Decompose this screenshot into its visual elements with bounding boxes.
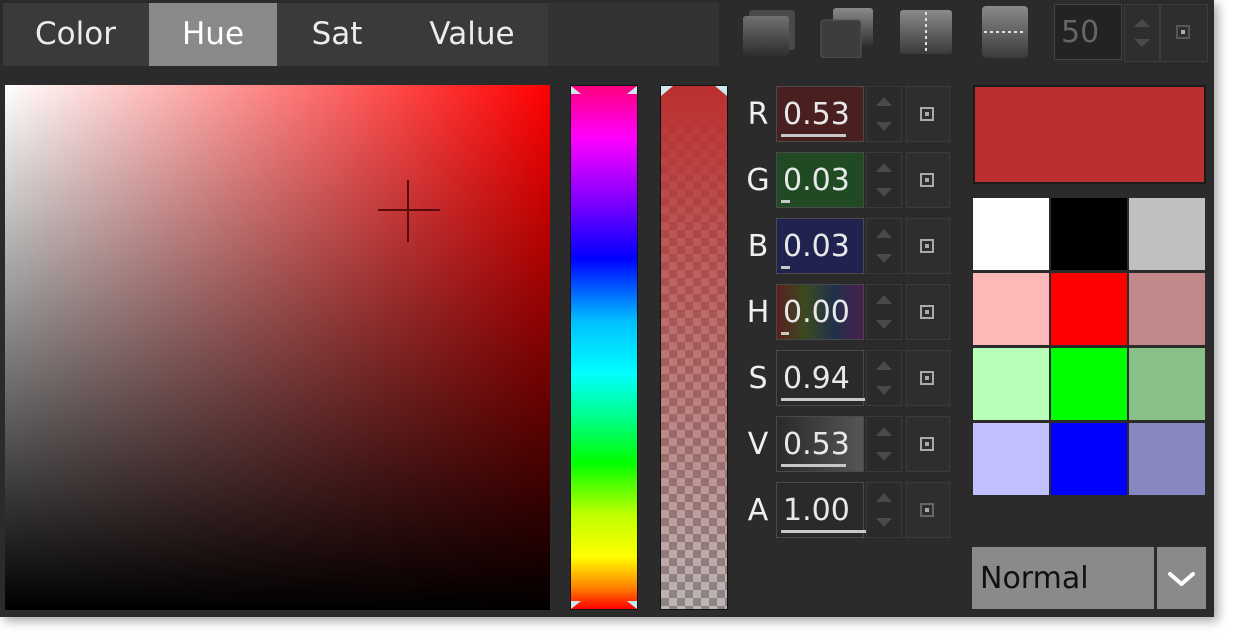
red-spinner[interactable] (866, 86, 902, 142)
color-swatch[interactable] (973, 198, 1049, 270)
saturation-value-bar (781, 398, 865, 401)
hue-value-field[interactable]: 0.00 (776, 284, 864, 340)
red-value-bar (781, 134, 846, 137)
alpha-slider-marker[interactable] (661, 86, 727, 96)
hue-spinner[interactable] (866, 284, 902, 340)
pin-icon (920, 371, 934, 385)
chevron-down-icon (1168, 572, 1195, 586)
color-swatch[interactable] (1129, 348, 1205, 420)
color-swatch[interactable] (973, 273, 1049, 345)
hue-slider-marker-top[interactable] (571, 86, 637, 94)
color-picker-panel: Color Hue Sat Value 50 R 0.53 G 0.03 B 0… (0, 0, 1214, 617)
color-swatch[interactable] (1051, 273, 1127, 345)
hue-value-bar (781, 332, 789, 335)
alpha-spinner[interactable] (866, 482, 902, 538)
pin-icon (920, 503, 934, 517)
color-swatch[interactable] (973, 423, 1049, 495)
blue-spinner[interactable] (866, 218, 902, 274)
tab-sat[interactable]: Sat (278, 3, 396, 66)
channel-letter: V (747, 427, 769, 462)
hue-slider[interactable] (570, 85, 638, 610)
pin-icon (920, 437, 934, 451)
red-pin-button[interactable] (906, 86, 950, 142)
alpha-slider[interactable] (660, 85, 728, 610)
blend-mode-select[interactable]: Normal (972, 547, 1154, 609)
value-spinner[interactable] (866, 416, 902, 472)
alpha-value-bar (781, 530, 868, 533)
hue-pin-button[interactable] (906, 284, 950, 340)
tab-hue[interactable]: Hue (149, 3, 277, 66)
channel-letter: R (747, 97, 769, 132)
channel-letter: G (746, 163, 770, 198)
alpha-pin-button[interactable] (906, 482, 950, 538)
color-swatch[interactable] (1129, 273, 1205, 345)
color-swatch[interactable] (1129, 423, 1205, 495)
color-swatch[interactable] (1051, 348, 1127, 420)
channel-letter: H (746, 295, 770, 330)
green-pin-button[interactable] (906, 152, 950, 208)
color-swatch[interactable] (1051, 198, 1127, 270)
color-swatch[interactable] (973, 348, 1049, 420)
layer-offset-icon[interactable] (819, 6, 875, 59)
pin-icon (920, 107, 934, 121)
pin-icon (1176, 25, 1190, 39)
value-value-bar (781, 464, 846, 467)
color-swatch[interactable] (1051, 423, 1127, 495)
hue-slider-marker-bottom[interactable] (571, 601, 637, 609)
color-swatch[interactable] (1129, 198, 1205, 270)
tab-bar-filler (548, 3, 719, 66)
pin-icon (920, 239, 934, 253)
blend-mode-dropdown-button[interactable] (1157, 547, 1206, 609)
tab-color[interactable]: Color (3, 3, 148, 66)
crosshair-icon-vertical (407, 180, 409, 242)
saturation-value-square[interactable] (5, 85, 550, 610)
green-value-bar (781, 200, 790, 203)
pin-icon (920, 173, 934, 187)
vertical-split-icon[interactable] (898, 6, 954, 58)
saturation-spinner[interactable] (866, 350, 902, 406)
channel-letter: B (747, 229, 769, 264)
current-color-preview (973, 85, 1206, 184)
numeric-field[interactable]: 50 (1054, 4, 1122, 60)
pin-icon (920, 305, 934, 319)
blue-pin-button[interactable] (906, 218, 950, 274)
layer-stack-icon[interactable] (741, 6, 797, 58)
pin-button[interactable] (1160, 4, 1208, 62)
channel-letter: S (748, 361, 768, 396)
mode-tab-bar: Color Hue Sat Value (3, 3, 719, 66)
blue-value-bar (781, 266, 790, 269)
crosshair-icon (378, 209, 440, 211)
value-pin-button[interactable] (906, 416, 950, 472)
horizontal-split-icon[interactable] (980, 6, 1036, 58)
saturation-pin-button[interactable] (906, 350, 950, 406)
numeric-spinner[interactable] (1124, 4, 1160, 62)
tab-value[interactable]: Value (397, 3, 547, 66)
green-spinner[interactable] (866, 152, 902, 208)
channel-letter: A (747, 493, 769, 528)
